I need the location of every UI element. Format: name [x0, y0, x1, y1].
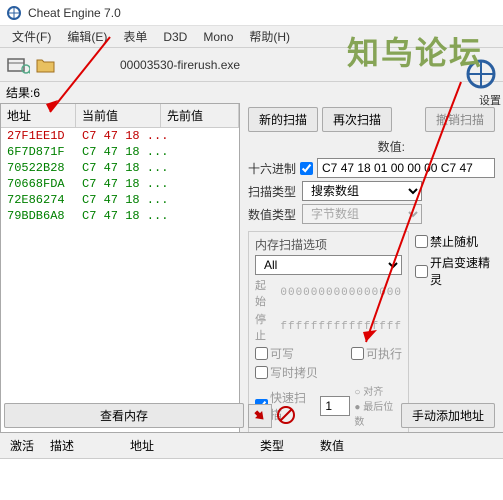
table-row[interactable]: 79BDB6A8C7 47 18 ... [1, 208, 239, 224]
menu-edit[interactable]: 编辑(E) [59, 26, 115, 47]
app-icon [6, 5, 22, 21]
col-current[interactable]: 当前值 [76, 104, 161, 127]
menu-file[interactable]: 文件(F) [4, 26, 59, 47]
view-memory-button[interactable]: 查看内存 [4, 403, 244, 428]
hex-label: 十六进制 [248, 160, 296, 177]
menu-table[interactable]: 表单 [115, 26, 155, 47]
value-label: 数值: [378, 140, 405, 154]
start-value[interactable]: 0000000000000000 [280, 287, 402, 299]
col-previous[interactable]: 先前值 [161, 104, 239, 127]
menu-d3d[interactable]: D3D [155, 28, 195, 46]
stop-value[interactable]: ffffffffffffffff [280, 321, 402, 333]
mem-scope-select[interactable]: All [255, 255, 402, 275]
ce-logo-icon[interactable] [465, 58, 497, 90]
settings-label[interactable]: 设置 [479, 92, 501, 108]
menu-mono[interactable]: Mono [195, 28, 241, 46]
table-row[interactable]: 27F1EE1DC7 47 18 ... [1, 128, 239, 144]
add-to-list-button[interactable] [248, 404, 272, 428]
col-active[interactable]: 激活 [4, 435, 44, 456]
table-row[interactable]: 70668FDAC7 47 18 ... [1, 176, 239, 192]
process-name: 00003530-firerush.exe [120, 58, 240, 72]
table-row[interactable]: 70522B28C7 47 18 ... [1, 160, 239, 176]
value-type-select[interactable]: 字节数组 [302, 204, 422, 224]
hex-checkbox[interactable] [300, 162, 313, 175]
speedhack-checkbox[interactable] [415, 265, 428, 278]
new-scan-button[interactable]: 新的扫描 [248, 107, 318, 132]
scan-type-label: 扫描类型 [248, 183, 298, 200]
menu-bar: 文件(F) 编辑(E) 表单 D3D Mono 帮助(H) [0, 26, 503, 48]
open-file-button[interactable] [32, 51, 60, 79]
scan-type-select[interactable]: 搜索数组 [302, 181, 422, 201]
col-value2[interactable]: 数值 [314, 435, 350, 456]
menu-help[interactable]: 帮助(H) [241, 26, 298, 47]
result-count: 结果:6 [0, 82, 503, 103]
fast-scan-value[interactable] [320, 396, 350, 416]
col-desc[interactable]: 描述 [44, 435, 124, 456]
start-label: 起始 [255, 277, 276, 309]
col-type[interactable]: 类型 [254, 435, 314, 456]
col-addr2[interactable]: 地址 [124, 435, 254, 456]
table-row[interactable]: 6F7D871FC7 47 18 ... [1, 144, 239, 160]
value-type-label: 数值类型 [248, 206, 298, 223]
open-process-button[interactable] [4, 51, 32, 79]
window-title: Cheat Engine 7.0 [28, 6, 121, 20]
add-address-button[interactable]: 手动添加地址 [401, 403, 495, 428]
next-scan-button[interactable]: 再次扫描 [322, 107, 392, 132]
executable-checkbox[interactable] [351, 347, 364, 360]
undo-scan-button[interactable]: 撤销扫描 [425, 107, 495, 132]
table-row[interactable]: 72E86274C7 47 18 ... [1, 192, 239, 208]
col-address[interactable]: 地址 [1, 104, 76, 127]
results-table: 地址 当前值 先前值 27F1EE1DC7 47 18 ...6F7D871FC… [0, 103, 240, 433]
cow-checkbox[interactable] [255, 366, 268, 379]
stop-label: 停止 [255, 311, 276, 343]
writable-checkbox[interactable] [255, 347, 268, 360]
no-random-checkbox[interactable] [415, 235, 428, 248]
value-input[interactable] [317, 158, 495, 178]
mem-options-title: 内存扫描选项 [255, 236, 402, 253]
no-entry-icon[interactable] [276, 405, 298, 427]
